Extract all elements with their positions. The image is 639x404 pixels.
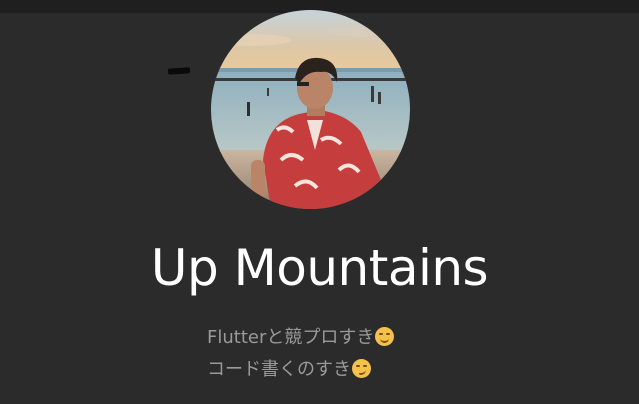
smirking-face-icon bbox=[352, 359, 371, 378]
bio-line-2-text: コード書くのすき bbox=[207, 359, 351, 380]
avatar-photo bbox=[211, 10, 410, 209]
profile-name: Up Mountains bbox=[150, 239, 489, 297]
bio-line-1-text: Flutterと競プロすき bbox=[207, 327, 375, 348]
bio-line: コード書くのすき bbox=[207, 358, 371, 382]
decorative-mark bbox=[167, 67, 191, 75]
smiling-face-icon bbox=[375, 327, 395, 346]
bio-line: Flutterと競プロすき bbox=[207, 326, 395, 350]
avatar[interactable] bbox=[211, 10, 410, 209]
